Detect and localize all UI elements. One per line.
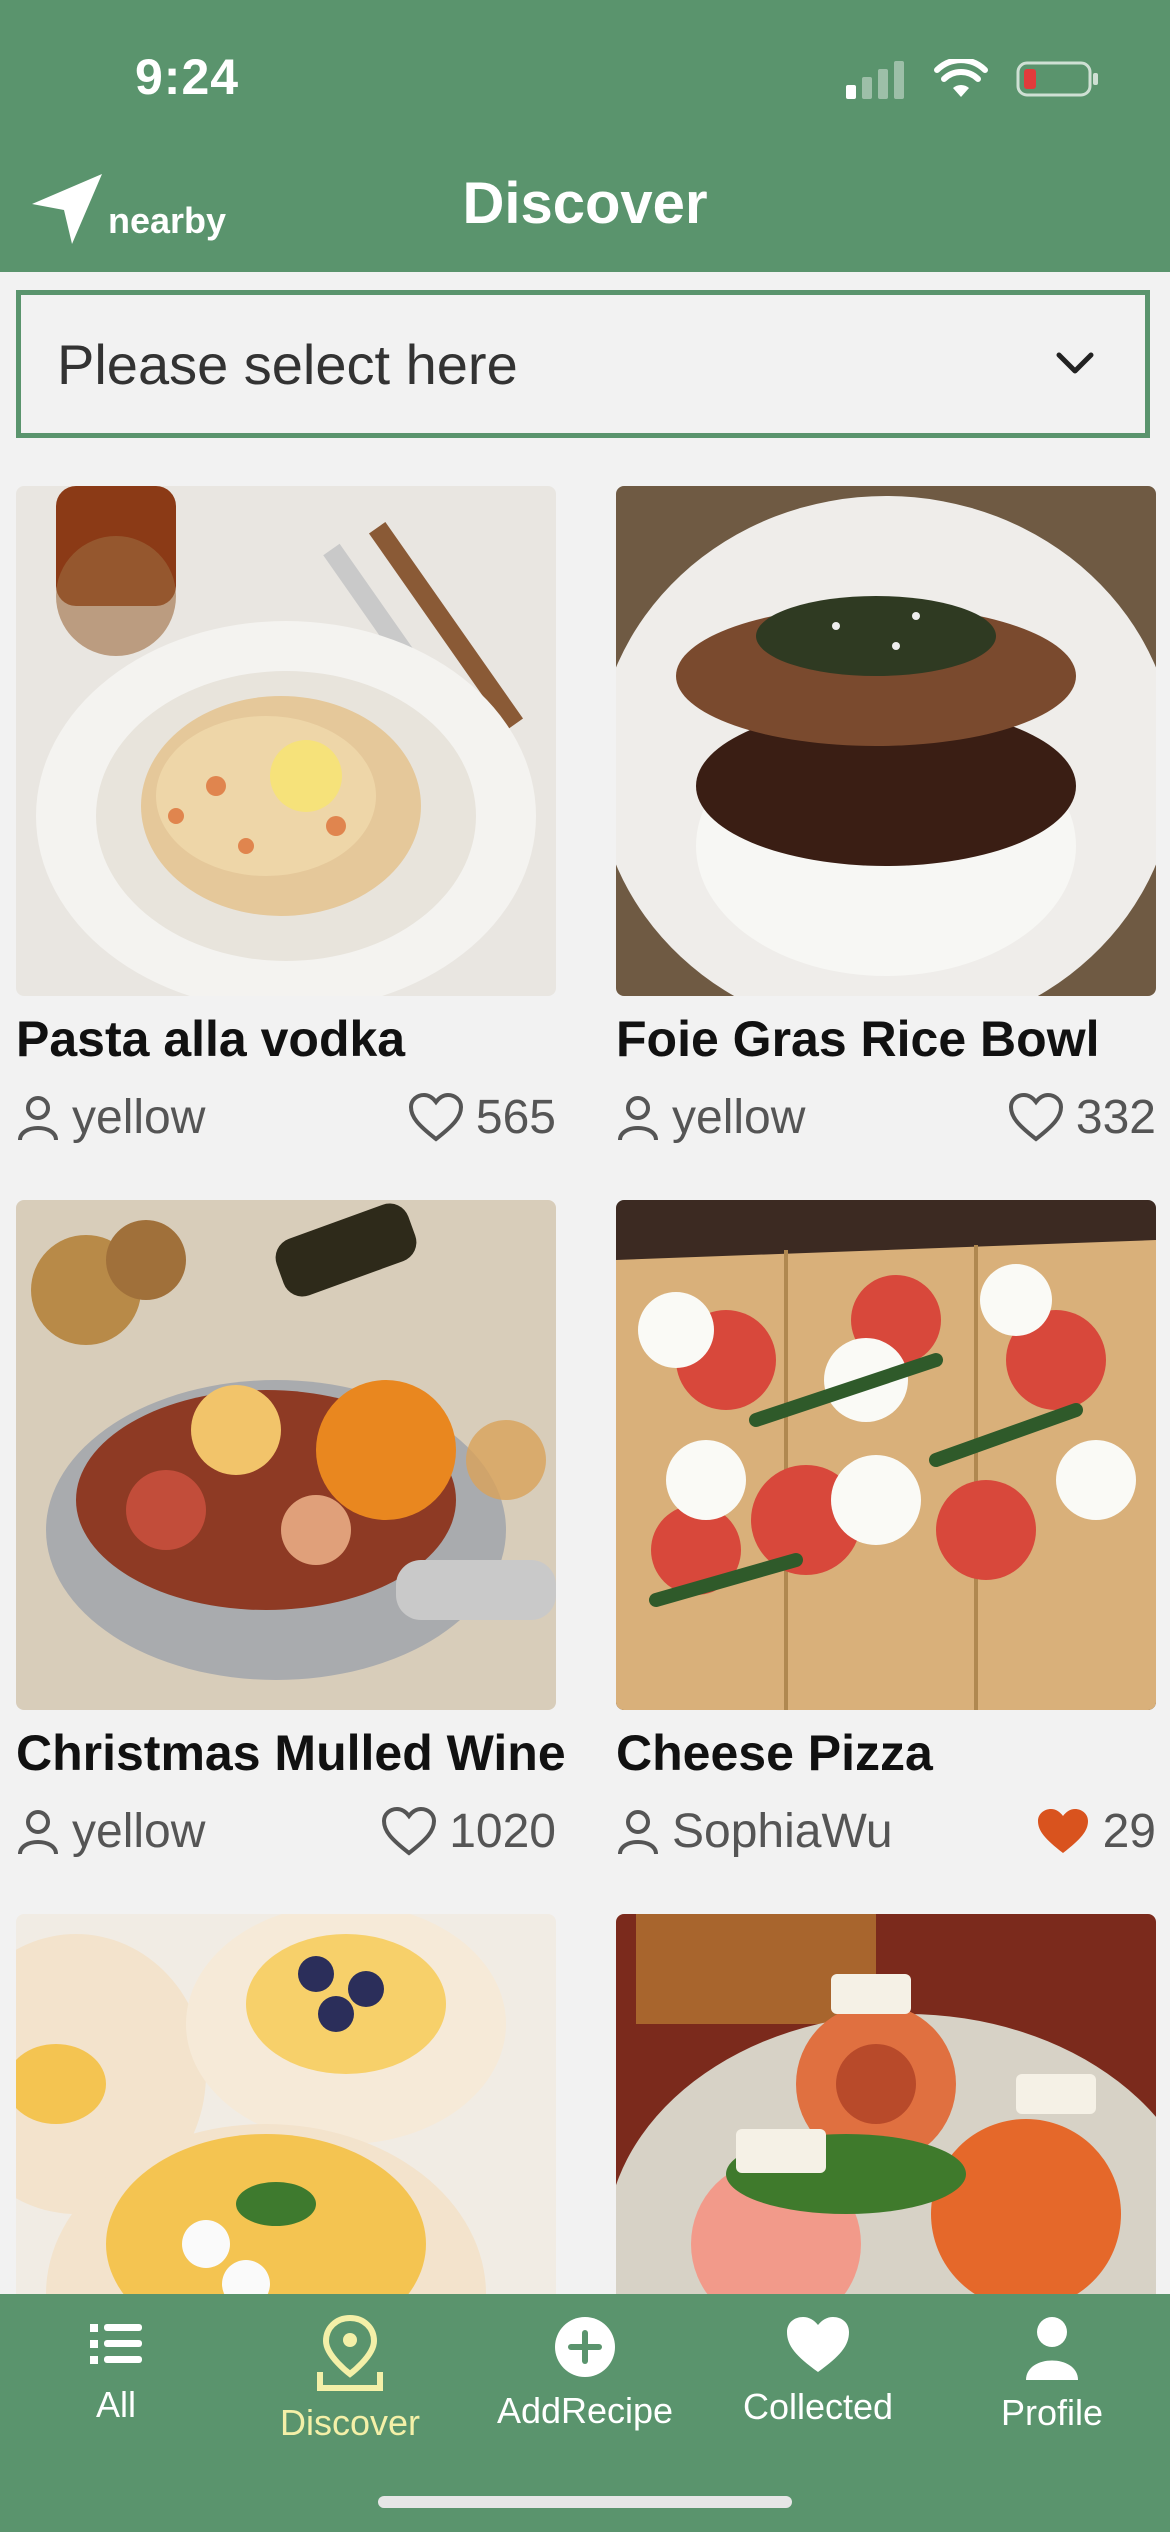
like-count: 565 — [475, 1091, 556, 1144]
like-button[interactable]: 565 — [408, 1090, 556, 1145]
status-time: 9:24 — [135, 49, 240, 105]
recipe-author: SophiaWu — [672, 1805, 893, 1858]
select-placeholder: Please select here — [57, 332, 518, 396]
heart-outline-icon — [408, 1092, 463, 1142]
recipe-meta: yellow 332 — [616, 1090, 1156, 1145]
status-icons — [846, 55, 1100, 103]
tab-label: All — [95, 2384, 136, 2425]
tab-label: Collected — [742, 2386, 894, 2427]
heart-filled-icon — [1037, 1808, 1088, 1853]
status-bar: 9:24 — [0, 0, 1170, 140]
heart-outline-icon — [382, 1806, 437, 1856]
recipe-card[interactable]: Christmas Mulled Wine yellow 1020 — [16, 1200, 566, 1859]
tab-label: AddRecipe — [496, 2390, 674, 2431]
page-title: Discover — [462, 171, 708, 236]
like-count: 332 — [1075, 1091, 1156, 1144]
list-icon — [90, 2324, 142, 2364]
tab-collected[interactable]: Collected — [703, 2314, 933, 2428]
user-icon — [618, 1809, 658, 1854]
tab-label: Profile — [1000, 2392, 1104, 2433]
like-button[interactable]: 29 — [1035, 1804, 1156, 1859]
like-count: 29 — [1102, 1805, 1156, 1858]
like-count: 1020 — [449, 1805, 556, 1858]
recipe-author: yellow — [72, 1805, 206, 1858]
user-icon — [18, 1809, 58, 1854]
tab-profile[interactable]: Profile — [937, 2314, 1167, 2434]
home-indicator — [378, 2496, 792, 2508]
recipe-title[interactable]: Foie Gras Rice Bowl — [616, 1010, 1156, 1068]
like-button[interactable]: 332 — [1008, 1090, 1156, 1145]
recipe-title[interactable]: Christmas Mulled Wine — [16, 1724, 566, 1782]
add-circle-icon — [555, 2317, 615, 2377]
recipe-title[interactable]: Cheese Pizza — [616, 1724, 1156, 1782]
signal-icon — [846, 61, 904, 99]
recipe-meta: yellow 565 — [16, 1090, 556, 1145]
heart-icon — [787, 2317, 849, 2372]
recipe-image[interactable] — [16, 1200, 556, 1710]
recipe-title[interactable]: Pasta alla vodka — [16, 1010, 556, 1068]
heart-outline-icon — [1008, 1092, 1063, 1142]
recipe-image[interactable] — [616, 486, 1156, 996]
recipe-author: yellow — [72, 1091, 206, 1144]
recipe-image[interactable] — [16, 486, 556, 996]
user-icon — [18, 1095, 58, 1140]
recipe-author: yellow — [672, 1091, 806, 1144]
person-icon — [1026, 2317, 1078, 2380]
tab-discover[interactable]: Discover — [235, 2314, 465, 2444]
recipe-card[interactable]: Foie Gras Rice Bowl yellow 332 — [616, 486, 1156, 1145]
tab-all[interactable]: All — [1, 2314, 231, 2426]
wifi-icon — [934, 59, 988, 97]
tab-label: Discover — [279, 2402, 421, 2443]
battery-icon — [1016, 61, 1098, 97]
category-select[interactable]: Please select here — [16, 290, 1150, 438]
recipe-image[interactable] — [616, 1200, 1156, 1710]
chevron-down-icon — [1056, 352, 1094, 374]
recipe-card[interactable]: Cheese Pizza SophiaWu 29 — [616, 1200, 1156, 1859]
tab-addrecipe[interactable]: AddRecipe — [470, 2314, 700, 2432]
like-button[interactable]: 1020 — [381, 1804, 556, 1859]
recipe-meta: SophiaWu 29 — [616, 1804, 1156, 1859]
location-pin-icon — [317, 2314, 383, 2391]
header: nearby Discover — [0, 140, 1170, 272]
user-icon — [618, 1095, 658, 1140]
recipe-card[interactable]: Pasta alla vodka yellow 565 — [16, 486, 556, 1145]
recipe-meta: yellow 1020 — [16, 1804, 556, 1859]
